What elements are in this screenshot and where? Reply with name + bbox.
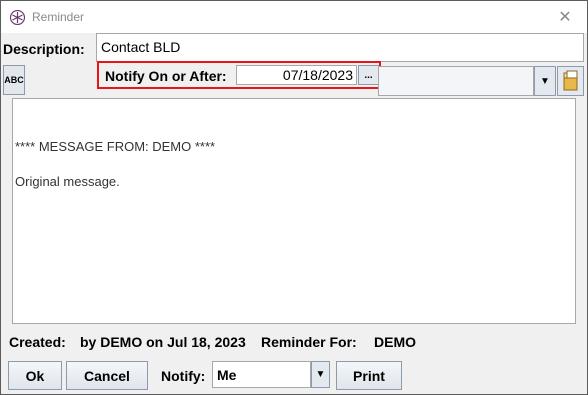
notify-select[interactable]: Me (212, 361, 311, 388)
reminder-for-label: Reminder For: (261, 334, 357, 350)
message-header-line: **** MESSAGE FROM: DEMO **** (15, 139, 216, 154)
created-label: Created: (9, 334, 66, 350)
reminder-type-dropdown[interactable] (378, 66, 534, 96)
description-label: Description: (3, 41, 85, 57)
close-icon: ✕ (558, 9, 572, 26)
description-input[interactable]: Contact BLD (96, 33, 584, 62)
cancel-button[interactable]: Cancel (66, 361, 148, 390)
spellcheck-button[interactable]: ABC (3, 65, 25, 95)
created-value: by DEMO on Jul 18, 2023 (80, 334, 246, 350)
ok-button[interactable]: Ok (8, 361, 62, 390)
message-body-line: Original message. (15, 174, 120, 189)
notify-on-label: Notify On or After: (105, 68, 227, 84)
notify-label: Notify: (161, 368, 206, 384)
folder-button[interactable] (557, 66, 584, 96)
reminder-for-value: DEMO (374, 334, 416, 350)
reminder-app-icon (10, 10, 25, 25)
reminder-type-dropdown-arrow[interactable]: ▼ (534, 66, 556, 96)
spellcheck-icon: ABC (4, 75, 24, 85)
title-bar: Reminder ✕ (1, 1, 587, 33)
chevron-down-icon: ▼ (315, 369, 326, 380)
window-title: Reminder (32, 10, 85, 24)
notify-date-input[interactable]: 07/18/2023 (236, 65, 357, 85)
reminder-window: Reminder ✕ Description: Contact BLD ABC … (0, 0, 588, 395)
notify-select-arrow[interactable]: ▼ (311, 361, 330, 388)
print-button[interactable]: Print (336, 361, 402, 390)
message-text-area[interactable]: **** MESSAGE FROM: DEMO **** Original me… (12, 98, 576, 324)
chevron-down-icon: ▼ (540, 75, 550, 87)
close-button[interactable]: ✕ (543, 1, 587, 33)
date-picker-button[interactable]: ... (358, 65, 379, 85)
folder-icon (563, 70, 577, 91)
